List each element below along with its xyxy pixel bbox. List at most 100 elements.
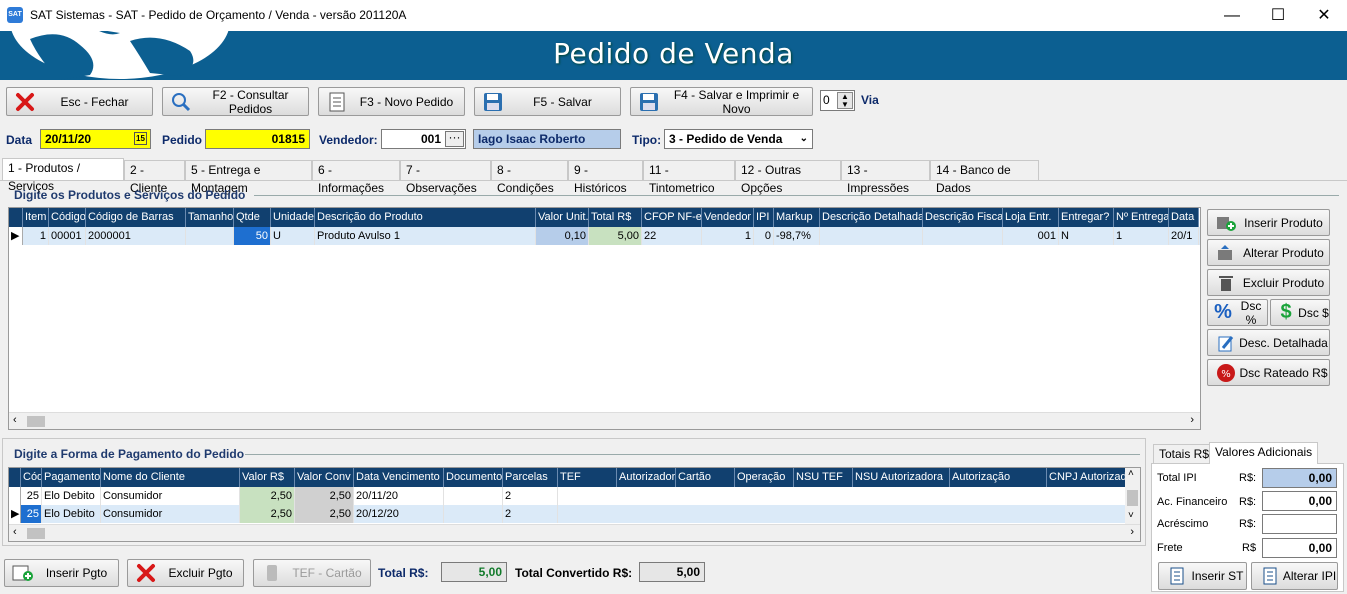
payment-cell[interactable]: 2,50 bbox=[240, 487, 295, 505]
detailed-description-button[interactable]: Desc. Detalhada bbox=[1207, 329, 1330, 356]
product-cell[interactable]: -98,7% bbox=[774, 227, 820, 245]
scroll-right-icon[interactable]: › bbox=[1190, 414, 1194, 426]
scroll-up-icon[interactable]: ˄ bbox=[1128, 468, 1134, 479]
product-cell[interactable]: 2000001 bbox=[86, 227, 186, 245]
product-column-header[interactable]: Descrição Fiscal bbox=[923, 208, 1003, 227]
tab-8[interactable]: 11 - Tintometrico bbox=[643, 160, 735, 195]
payment-cell[interactable]: 2,50 bbox=[295, 487, 354, 505]
payment-column-header[interactable]: Parcelas bbox=[503, 468, 558, 487]
payment-column-header[interactable]: Valor Conv bbox=[295, 468, 354, 487]
payment-cell[interactable]: 2 bbox=[503, 487, 558, 505]
payment-cell[interactable] bbox=[444, 505, 503, 523]
tab-2[interactable]: 2 - Cliente bbox=[124, 160, 185, 195]
via-spinner[interactable]: 0 ▲ ▼ bbox=[820, 90, 855, 111]
horizontal-scrollbar[interactable]: ‹ › bbox=[9, 412, 1200, 429]
save-button[interactable]: F5 - Salvar bbox=[474, 87, 621, 116]
horizontal-scrollbar[interactable]: ‹ › bbox=[9, 524, 1140, 541]
product-cell[interactable]: 00001 bbox=[49, 227, 86, 245]
product-column-header[interactable]: IPI bbox=[754, 208, 774, 227]
spinner-arrows-icon[interactable]: ▲ ▼ bbox=[837, 92, 853, 109]
edit-product-button[interactable]: Alterar Produto bbox=[1207, 239, 1330, 266]
product-cell[interactable] bbox=[820, 227, 923, 245]
payment-cell[interactable]: 2,50 bbox=[240, 505, 295, 523]
product-column-header[interactable]: Data bbox=[1169, 208, 1199, 227]
payment-cell[interactable]: 2 bbox=[503, 505, 558, 523]
product-column-header[interactable]: Loja Entr. bbox=[1003, 208, 1059, 227]
product-cell[interactable]: Produto Avulso 1 bbox=[315, 227, 536, 245]
product-cell[interactable]: 22 bbox=[642, 227, 702, 245]
payment-cell[interactable]: 20/12/20 bbox=[354, 505, 444, 523]
product-cell[interactable]: N bbox=[1059, 227, 1114, 245]
type-select[interactable]: 3 - Pedido de Venda ⌄ bbox=[664, 129, 813, 149]
product-cell[interactable]: 50 bbox=[234, 227, 271, 245]
tab-5[interactable]: 7 - Observações bbox=[400, 160, 491, 195]
product-cell[interactable]: 0 bbox=[754, 227, 774, 245]
alter-ipi-button[interactable]: Alterar IPI bbox=[1251, 562, 1338, 590]
scroll-thumb[interactable] bbox=[27, 528, 45, 539]
close-form-button[interactable]: Esc - Fechar bbox=[6, 87, 153, 116]
save-print-new-button[interactable]: F4 - Salvar e Imprimir e Novo bbox=[630, 87, 813, 116]
date-input[interactable]: 20/11/20 15 bbox=[40, 129, 151, 149]
tef-card-button[interactable]: TEF - Cartão bbox=[253, 559, 371, 587]
product-cell[interactable]: 20/1 bbox=[1169, 227, 1199, 245]
tab-9[interactable]: 12 - Outras Opções bbox=[735, 160, 841, 195]
payments-grid[interactable]: Cód Pagamento Nome do Cliente Valor R$ Valor… bbox=[8, 467, 1141, 542]
product-column-header[interactable]: Código bbox=[49, 208, 86, 227]
payment-cell[interactable]: Consumidor bbox=[101, 505, 240, 523]
payment-column-header[interactable]: TEF bbox=[558, 468, 617, 487]
payment-cell[interactable]: Consumidor bbox=[101, 487, 240, 505]
payment-column-header[interactable]: NSU TEF bbox=[794, 468, 853, 487]
insert-payment-button[interactable]: Inserir Pgto bbox=[4, 559, 119, 587]
product-column-header[interactable]: Descrição Detalhada bbox=[820, 208, 923, 227]
ellipsis-lookup-icon[interactable]: ··· bbox=[445, 131, 464, 147]
product-column-header[interactable]: Markup bbox=[774, 208, 820, 227]
product-cell[interactable]: 1 bbox=[23, 227, 49, 245]
scroll-thumb[interactable] bbox=[27, 416, 45, 427]
minimize-button[interactable]: — bbox=[1209, 0, 1255, 31]
product-column-header[interactable]: Tamanho bbox=[186, 208, 234, 227]
scroll-thumb[interactable] bbox=[1127, 490, 1138, 506]
tab-1[interactable]: 1 - Produtos / Serviços bbox=[2, 158, 124, 193]
surcharge-input[interactable] bbox=[1262, 514, 1337, 534]
product-column-header[interactable]: Qtde bbox=[234, 208, 271, 227]
calendar-icon[interactable]: 15 bbox=[134, 132, 147, 145]
tab-11[interactable]: 14 - Banco de Dados bbox=[930, 160, 1039, 195]
product-column-header[interactable]: Unidade bbox=[271, 208, 315, 227]
payment-column-header[interactable]: Documento bbox=[444, 468, 503, 487]
vertical-scrollbar[interactable]: ˄ ˅ bbox=[1125, 468, 1140, 524]
payment-column-header[interactable]: Cód bbox=[21, 468, 42, 487]
product-column-header[interactable]: Descrição do Produto bbox=[315, 208, 536, 227]
payment-column-header[interactable]: Autorização bbox=[950, 468, 1047, 487]
insert-st-button[interactable]: Inserir ST bbox=[1158, 562, 1247, 590]
tab-10[interactable]: 13 - Impressões bbox=[841, 160, 930, 195]
payment-column-header[interactable]: CNPJ Autorizado bbox=[1047, 468, 1127, 487]
product-cell[interactable] bbox=[923, 227, 1003, 245]
delete-product-button[interactable]: Excluir Produto bbox=[1207, 269, 1330, 296]
close-button[interactable]: ✕ bbox=[1301, 0, 1347, 31]
product-column-header[interactable]: Entregar? bbox=[1059, 208, 1114, 227]
payment-column-header[interactable]: Operação bbox=[735, 468, 794, 487]
product-cell[interactable]: 1 bbox=[702, 227, 754, 245]
delete-payment-button[interactable]: Excluir Pgto bbox=[127, 559, 244, 587]
product-cell[interactable]: 0,10 bbox=[536, 227, 589, 245]
tab-valores-adicionais[interactable]: Valores Adicionais bbox=[1209, 442, 1319, 464]
product-column-header[interactable]: Valor Unit. bbox=[536, 208, 589, 227]
scroll-left-icon[interactable]: ‹ bbox=[13, 414, 17, 426]
payment-cell[interactable]: Elo Debito bbox=[42, 487, 101, 505]
product-column-header[interactable]: Item bbox=[23, 208, 49, 227]
tab-3[interactable]: 5 - Entrega e Montagem bbox=[185, 160, 312, 195]
tab-6[interactable]: 8 - Condições bbox=[491, 160, 568, 195]
product-column-header[interactable]: Código de Barras bbox=[86, 208, 186, 227]
payment-cell[interactable]: Elo Debito bbox=[42, 505, 101, 523]
product-column-header[interactable]: CFOP NF-e bbox=[642, 208, 702, 227]
payment-column-header[interactable]: Cartão bbox=[676, 468, 735, 487]
financial-addition-input[interactable]: 0,00 bbox=[1262, 491, 1337, 511]
payment-cell[interactable]: 20/11/20 bbox=[354, 487, 444, 505]
apportioned-discount-button[interactable]: % Dsc Rateado R$ bbox=[1207, 359, 1330, 386]
discount-percent-button[interactable]: % Dsc % bbox=[1207, 299, 1268, 327]
freight-input[interactable]: 0,00 bbox=[1262, 538, 1337, 558]
product-cell[interactable] bbox=[186, 227, 234, 245]
payment-cell[interactable]: 25 bbox=[21, 487, 42, 505]
payment-cell[interactable]: 25 bbox=[21, 505, 42, 523]
product-cell[interactable]: 001 bbox=[1003, 227, 1059, 245]
